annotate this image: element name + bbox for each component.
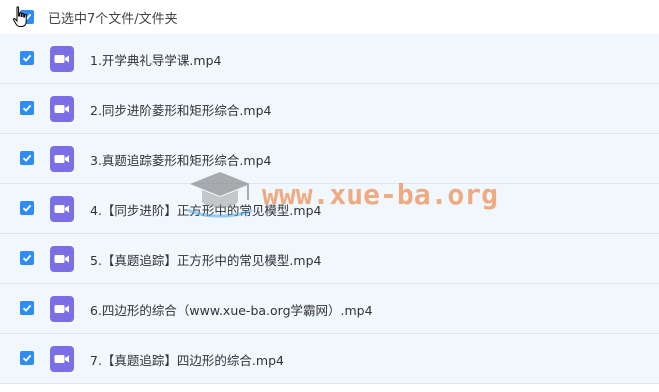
file-name[interactable]: 3.真题追踪菱形和矩形综合.mp4 [90,150,271,169]
video-file-icon [50,196,74,222]
file-name[interactable]: 1.开学典礼导学课.mp4 [90,50,221,69]
file-row[interactable]: 2.同步进阶菱形和矩形综合.mp4 [0,84,659,134]
file-row[interactable]: 3.真题追踪菱形和矩形综合.mp4 [0,134,659,184]
check-icon [22,54,32,62]
check-icon [22,304,32,312]
video-file-icon [50,46,74,72]
file-name[interactable]: 6.四边形的综合（www.xue-ba.org学霸网）.mp4 [90,300,373,319]
row-checkbox[interactable] [20,101,34,115]
file-row[interactable]: 4.【同步进阶】正方形中的常见模型.mp4 [0,184,659,234]
video-file-icon [50,96,74,122]
row-checkbox[interactable] [20,351,34,365]
file-name[interactable]: 4.【同步进阶】正方形中的常见模型.mp4 [90,200,321,219]
video-file-icon [50,246,74,272]
file-row[interactable]: 1.开学典礼导学课.mp4 [0,34,659,84]
row-checkbox[interactable] [20,301,34,315]
file-row[interactable]: 5.【真题追踪】正方形中的常见模型.mp4 [0,234,659,284]
check-icon [22,254,32,262]
video-file-icon [50,146,74,172]
check-icon [22,104,32,112]
video-file-icon [50,346,74,372]
row-checkbox[interactable] [20,251,34,265]
file-name[interactable]: 5.【真题追踪】正方形中的常见模型.mp4 [90,250,321,269]
check-icon [22,204,32,212]
check-icon [22,354,32,362]
hand-pointer-icon [12,6,27,27]
file-row[interactable]: 7.【真题追踪】四边形的综合.mp4 [0,334,659,384]
row-checkbox[interactable] [20,201,34,215]
video-file-icon [50,296,74,322]
check-icon [22,154,32,162]
row-checkbox[interactable] [20,51,34,65]
selection-count-label: 已选中7个文件/文件夹 [48,12,178,27]
file-name[interactable]: 2.同步进阶菱形和矩形综合.mp4 [90,100,271,119]
file-row[interactable]: 6.四边形的综合（www.xue-ba.org学霸网）.mp4 [0,284,659,334]
selection-header: 已选中7个文件/文件夹 [0,0,659,34]
file-name[interactable]: 7.【真题追踪】四边形的综合.mp4 [90,350,284,369]
file-list: 1.开学典礼导学课.mp4 2.同步进阶菱形和矩形综合.mp4 3.真题追踪菱形… [0,34,659,384]
row-checkbox[interactable] [20,151,34,165]
